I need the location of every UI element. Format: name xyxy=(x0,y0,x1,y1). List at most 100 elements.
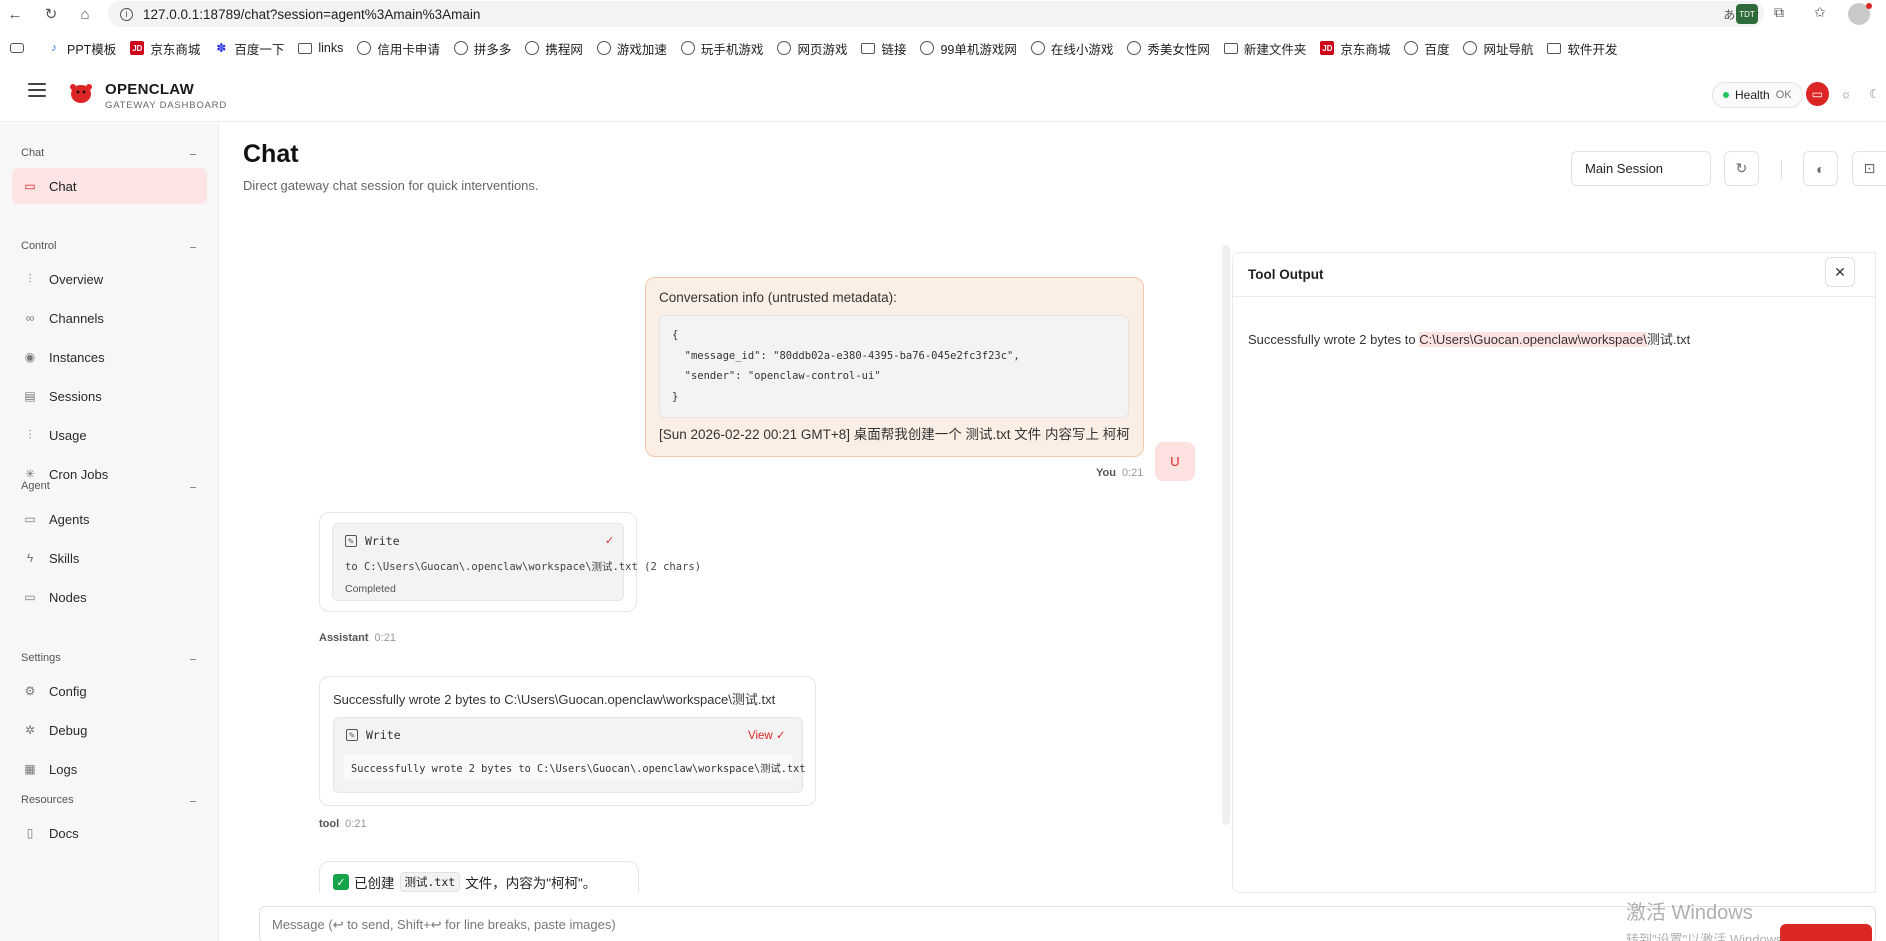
light-theme-icon[interactable]: ☼ xyxy=(1835,82,1858,106)
health-badge: Health OK xyxy=(1712,82,1803,108)
sidebar-item-usage[interactable]: ⫶ Usage xyxy=(12,417,207,453)
check-icon: ✓ xyxy=(775,730,786,742)
bookmark-label: 携程网 xyxy=(545,42,583,57)
sidebar-item-nodes[interactable]: ▭ Nodes xyxy=(12,579,207,615)
tabs-icon[interactable] xyxy=(10,43,24,53)
system-theme-icon[interactable]: ▭ xyxy=(1806,82,1829,106)
sidebar-item-chat[interactable]: ▭ Chat xyxy=(12,168,207,204)
message-author: You xyxy=(1096,467,1116,479)
globe-icon xyxy=(1127,41,1142,55)
globe-icon xyxy=(1030,41,1045,55)
extension-badge-icon[interactable]: TDT xyxy=(1736,4,1758,24)
translate-icon[interactable]: あ xyxy=(1723,6,1735,23)
sidebar-item-logs[interactable]: ▦ Logs xyxy=(12,751,207,787)
bookmark-item[interactable]: ✽ 百度一下 xyxy=(207,36,291,60)
bookmark-item[interactable]: ♪ PPT模板 xyxy=(40,36,123,60)
message-icon: ▭ xyxy=(24,179,36,193)
collapse-section-icon[interactable] xyxy=(190,247,196,248)
bookmark-item[interactable]: 拼多多 xyxy=(447,36,519,60)
bookmark-item[interactable]: 游戏加速 xyxy=(590,36,674,60)
sidebar-item-instances[interactable]: ◉ Instances xyxy=(12,339,207,375)
sidebar-item-debug[interactable]: ✲ Debug xyxy=(12,712,207,748)
reply-suffix: 文件，内容为"柯柯"。 xyxy=(465,876,597,891)
tool-result-card: Successfully wrote 2 bytes to C:\Users\G… xyxy=(319,676,816,806)
tool-name: Write xyxy=(366,728,401,742)
bookmark-item[interactable]: 在线小游戏 xyxy=(1024,36,1121,60)
bookmark-item[interactable]: 网页游戏 xyxy=(770,36,854,60)
close-icon[interactable]: ✕ xyxy=(1825,257,1855,287)
session-select[interactable]: Main Session xyxy=(1571,151,1711,186)
health-label: Health xyxy=(1735,88,1770,102)
sidebar-item-skills[interactable]: ϟ Skills xyxy=(12,540,207,576)
bookmark-item[interactable]: 百度 xyxy=(1397,36,1456,60)
sidebar-item-sessions[interactable]: ▤ Sessions xyxy=(12,378,207,414)
focus-mode-icon[interactable]: ⊡ xyxy=(1852,151,1886,186)
sidebar-item-label: Docs xyxy=(49,825,79,841)
loader-icon: ✳ xyxy=(24,467,36,481)
reload-icon[interactable]: ↻ xyxy=(38,1,64,27)
thinking-toggle-icon[interactable]: ◐ xyxy=(1803,151,1838,186)
chat-scrollbar[interactable] xyxy=(1222,245,1230,825)
dark-theme-icon[interactable]: ☾ xyxy=(1863,82,1886,106)
edit-icon: ✎ xyxy=(346,729,358,741)
bookmark-item[interactable]: 信用卡申请 xyxy=(350,36,447,60)
bookmark-item[interactable]: 网址导航 xyxy=(1456,36,1540,60)
folder-icon xyxy=(861,42,876,54)
collapse-section-icon[interactable] xyxy=(190,659,196,660)
bookmark-item[interactable]: JD 京东商城 xyxy=(1313,36,1397,60)
bookmark-item[interactable]: 秀美女性网 xyxy=(1120,36,1217,60)
home-icon[interactable]: ⌂ xyxy=(72,1,98,27)
bookmark-item[interactable]: JD 京东商城 xyxy=(123,36,207,60)
bookmark-item[interactable]: 玩手机游戏 xyxy=(674,36,771,60)
folder-icon xyxy=(1547,42,1562,54)
bookmark-item[interactable]: 链接 xyxy=(854,36,913,60)
code-line: { xyxy=(672,329,679,341)
bookmark-item[interactable]: 新建文件夹 xyxy=(1217,36,1314,60)
sidebar-item-channels[interactable]: ∞ Channels xyxy=(12,300,207,336)
globe-icon xyxy=(357,41,372,55)
reply-prefix: 已创建 xyxy=(354,876,395,891)
sidebar-item-label: Cron Jobs xyxy=(49,466,109,482)
collapse-section-icon[interactable] xyxy=(190,154,196,155)
bookmarks-bar: ♪ PPT模板 JD 京东商城 ✽ 百度一下 links 信用卡申请 拼多多 携程网 游戏加速 玩手机… xyxy=(0,36,1886,60)
user-avatar: U xyxy=(1155,442,1195,481)
bookmark-label: 在线小游戏 xyxy=(1050,42,1114,57)
bookmark-item[interactable]: links xyxy=(291,36,350,60)
sidebar-item-agents[interactable]: ▭ Agents xyxy=(12,501,207,537)
refresh-icon[interactable]: ↻ xyxy=(1724,151,1759,186)
output-file: 测试.txt xyxy=(1646,332,1691,347)
sidebar-item-overview[interactable]: ⫶ Overview xyxy=(12,261,207,297)
bug-icon: ✲ xyxy=(24,723,36,737)
tool-call-card[interactable]: ✎ Write ✓ to C:\Users\Guocan\.openclaw\wo… xyxy=(332,523,701,601)
sidebar-item-label: Debug xyxy=(49,722,88,738)
folder-icon xyxy=(298,42,313,54)
tool-output-card[interactable]: ✎ Write View ✓ Successfully wrote 2 bytes… xyxy=(333,717,806,793)
globe-icon xyxy=(453,41,468,55)
sidebar-item-config[interactable]: ⚙ Config xyxy=(12,673,207,709)
sidebar-item-docs[interactable]: ▯ Docs xyxy=(12,815,207,851)
page-subtitle: Direct gateway chat session for quick in… xyxy=(243,178,539,193)
site-info-icon[interactable]: i xyxy=(120,7,133,21)
output-prefix: Successfully wrote 2 bytes to xyxy=(1248,332,1420,347)
bookmark-label: 京东商城 xyxy=(1340,42,1391,57)
bookmark-item[interactable]: 软件开发 xyxy=(1540,36,1624,60)
filename-chip: 测试.txt xyxy=(399,872,461,892)
tool-panel-title: Tool Output xyxy=(1233,253,1875,297)
edit-icon: ✎ xyxy=(345,535,357,547)
health-status-dot xyxy=(1723,92,1729,98)
collapse-section-icon[interactable] xyxy=(190,801,196,802)
bookmark-label: 游戏加速 xyxy=(616,42,667,57)
bookmark-item[interactable]: 携程网 xyxy=(518,36,590,60)
tool-panel-output: Successfully wrote 2 bytes to C:\Users\G… xyxy=(1248,329,1690,348)
sidebar-item-label: Nodes xyxy=(49,589,87,605)
back-icon[interactable]: ← xyxy=(2,1,28,27)
bookmark-label: 百度一下 xyxy=(234,42,285,57)
address-bar[interactable]: i 127.0.0.1:18789/chat?session=agent%3Am… xyxy=(108,1,1764,27)
view-output-link[interactable]: View ✓ xyxy=(748,728,786,742)
favorites-icon[interactable]: ✩ xyxy=(1814,4,1826,21)
hamburger-menu-icon[interactable] xyxy=(28,83,46,97)
bookmark-item[interactable]: 99单机游戏网 xyxy=(913,36,1023,60)
extensions-icon[interactable]: ⧉ xyxy=(1774,4,1784,21)
collapse-section-icon[interactable] xyxy=(190,487,196,488)
scroll-icon: ▦ xyxy=(24,762,36,776)
